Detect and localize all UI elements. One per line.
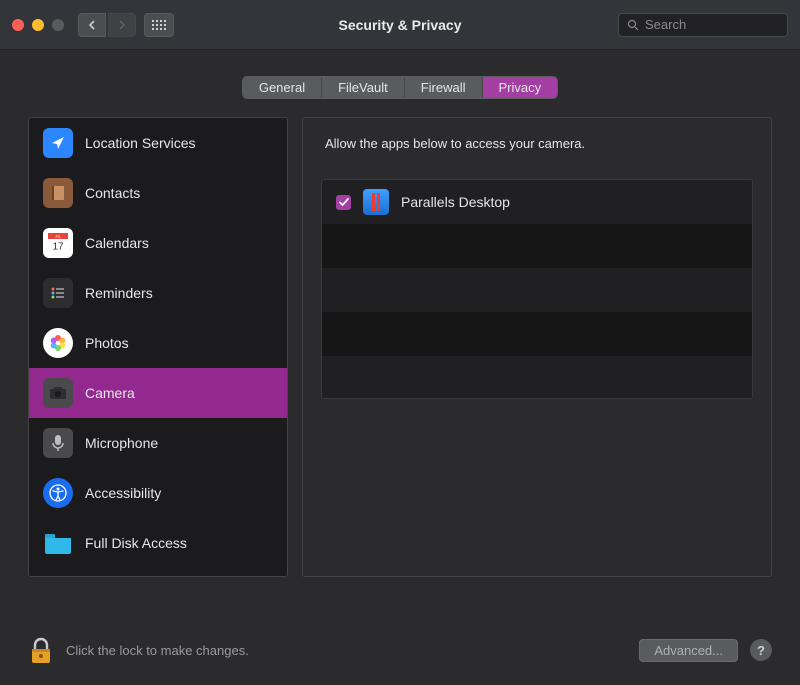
app-list[interactable]: Parallels Desktop <box>321 179 753 399</box>
back-button[interactable] <box>78 13 106 37</box>
sidebar-item-label: Location Services <box>85 135 196 151</box>
sidebar-item-photos[interactable]: Photos <box>29 318 287 368</box>
tab-firewall[interactable]: Firewall <box>405 77 483 98</box>
sidebar-item-label: Microphone <box>85 435 158 451</box>
forward-button <box>108 13 136 37</box>
chevron-right-icon <box>118 20 126 30</box>
nav-buttons <box>78 13 136 37</box>
sidebar-item-label: Reminders <box>85 285 153 301</box>
svg-text:JUL: JUL <box>55 235 61 239</box>
show-all-button[interactable] <box>144 13 174 37</box>
lock-hint-text: Click the lock to make changes. <box>66 643 249 658</box>
search-icon <box>627 19 639 31</box>
sidebar-item-label: Camera <box>85 385 135 401</box>
tab-bar: General FileVault Firewall Privacy <box>0 76 800 99</box>
tab-filevault[interactable]: FileVault <box>322 77 405 98</box>
sidebar-item-microphone[interactable]: Microphone <box>29 418 287 468</box>
close-window-button[interactable] <box>12 19 24 31</box>
sidebar-item-label: Photos <box>85 335 129 351</box>
grid-icon <box>152 20 166 30</box>
photos-icon <box>43 328 73 358</box>
tab-privacy[interactable]: Privacy <box>483 77 558 98</box>
sidebar-item-label: Contacts <box>85 185 140 201</box>
folder-icon <box>43 528 73 558</box>
calendar-icon: JUL 17 <box>43 228 73 258</box>
app-row-empty <box>322 224 752 268</box>
sidebar-item-reminders[interactable]: Reminders <box>29 268 287 318</box>
parallels-desktop-icon <box>363 189 389 215</box>
sidebar-item-location-services[interactable]: Location Services <box>29 118 287 168</box>
sidebar-item-full-disk-access[interactable]: Full Disk Access <box>29 518 287 568</box>
help-button[interactable]: ? <box>750 639 772 661</box>
app-name: Parallels Desktop <box>401 194 510 210</box>
contacts-icon <box>43 178 73 208</box>
sidebar-item-label: Accessibility <box>85 485 161 501</box>
chevron-left-icon <box>88 20 96 30</box>
sidebar-item-calendars[interactable]: JUL 17 Calendars <box>29 218 287 268</box>
reminders-icon <box>43 278 73 308</box>
tab-general[interactable]: General <box>243 77 322 98</box>
app-checkbox[interactable] <box>336 195 351 210</box>
zoom-window-button <box>52 19 64 31</box>
camera-icon <box>43 378 73 408</box>
app-row-empty <box>322 312 752 356</box>
minimize-window-button[interactable] <box>32 19 44 31</box>
location-icon <box>43 128 73 158</box>
svg-text:17: 17 <box>52 242 64 253</box>
check-icon <box>339 198 349 207</box>
search-field[interactable] <box>618 13 788 37</box>
main-panel: Allow the apps below to access your came… <box>302 117 772 577</box>
titlebar: Security & Privacy <box>0 0 800 50</box>
privacy-sidebar[interactable]: Location Services Contacts JUL 17 Calenda… <box>28 117 288 577</box>
sidebar-item-contacts[interactable]: Contacts <box>29 168 287 218</box>
footer: Click the lock to make changes. Advanced… <box>0 615 800 685</box>
accessibility-icon <box>43 478 73 508</box>
lock-icon <box>30 637 52 665</box>
sidebar-item-label: Full Disk Access <box>85 535 187 551</box>
app-row-empty <box>322 268 752 312</box>
advanced-button[interactable]: Advanced... <box>639 639 738 662</box>
lock-button[interactable] <box>28 635 54 665</box>
search-input[interactable] <box>645 17 779 32</box>
sidebar-item-camera[interactable]: Camera <box>29 368 287 418</box>
sidebar-item-label: Calendars <box>85 235 149 251</box>
camera-prompt: Allow the apps below to access your came… <box>321 136 753 151</box>
window-controls <box>12 19 64 31</box>
app-row[interactable]: Parallels Desktop <box>322 180 752 224</box>
app-row-empty <box>322 356 752 399</box>
sidebar-item-accessibility[interactable]: Accessibility <box>29 468 287 518</box>
microphone-icon <box>43 428 73 458</box>
